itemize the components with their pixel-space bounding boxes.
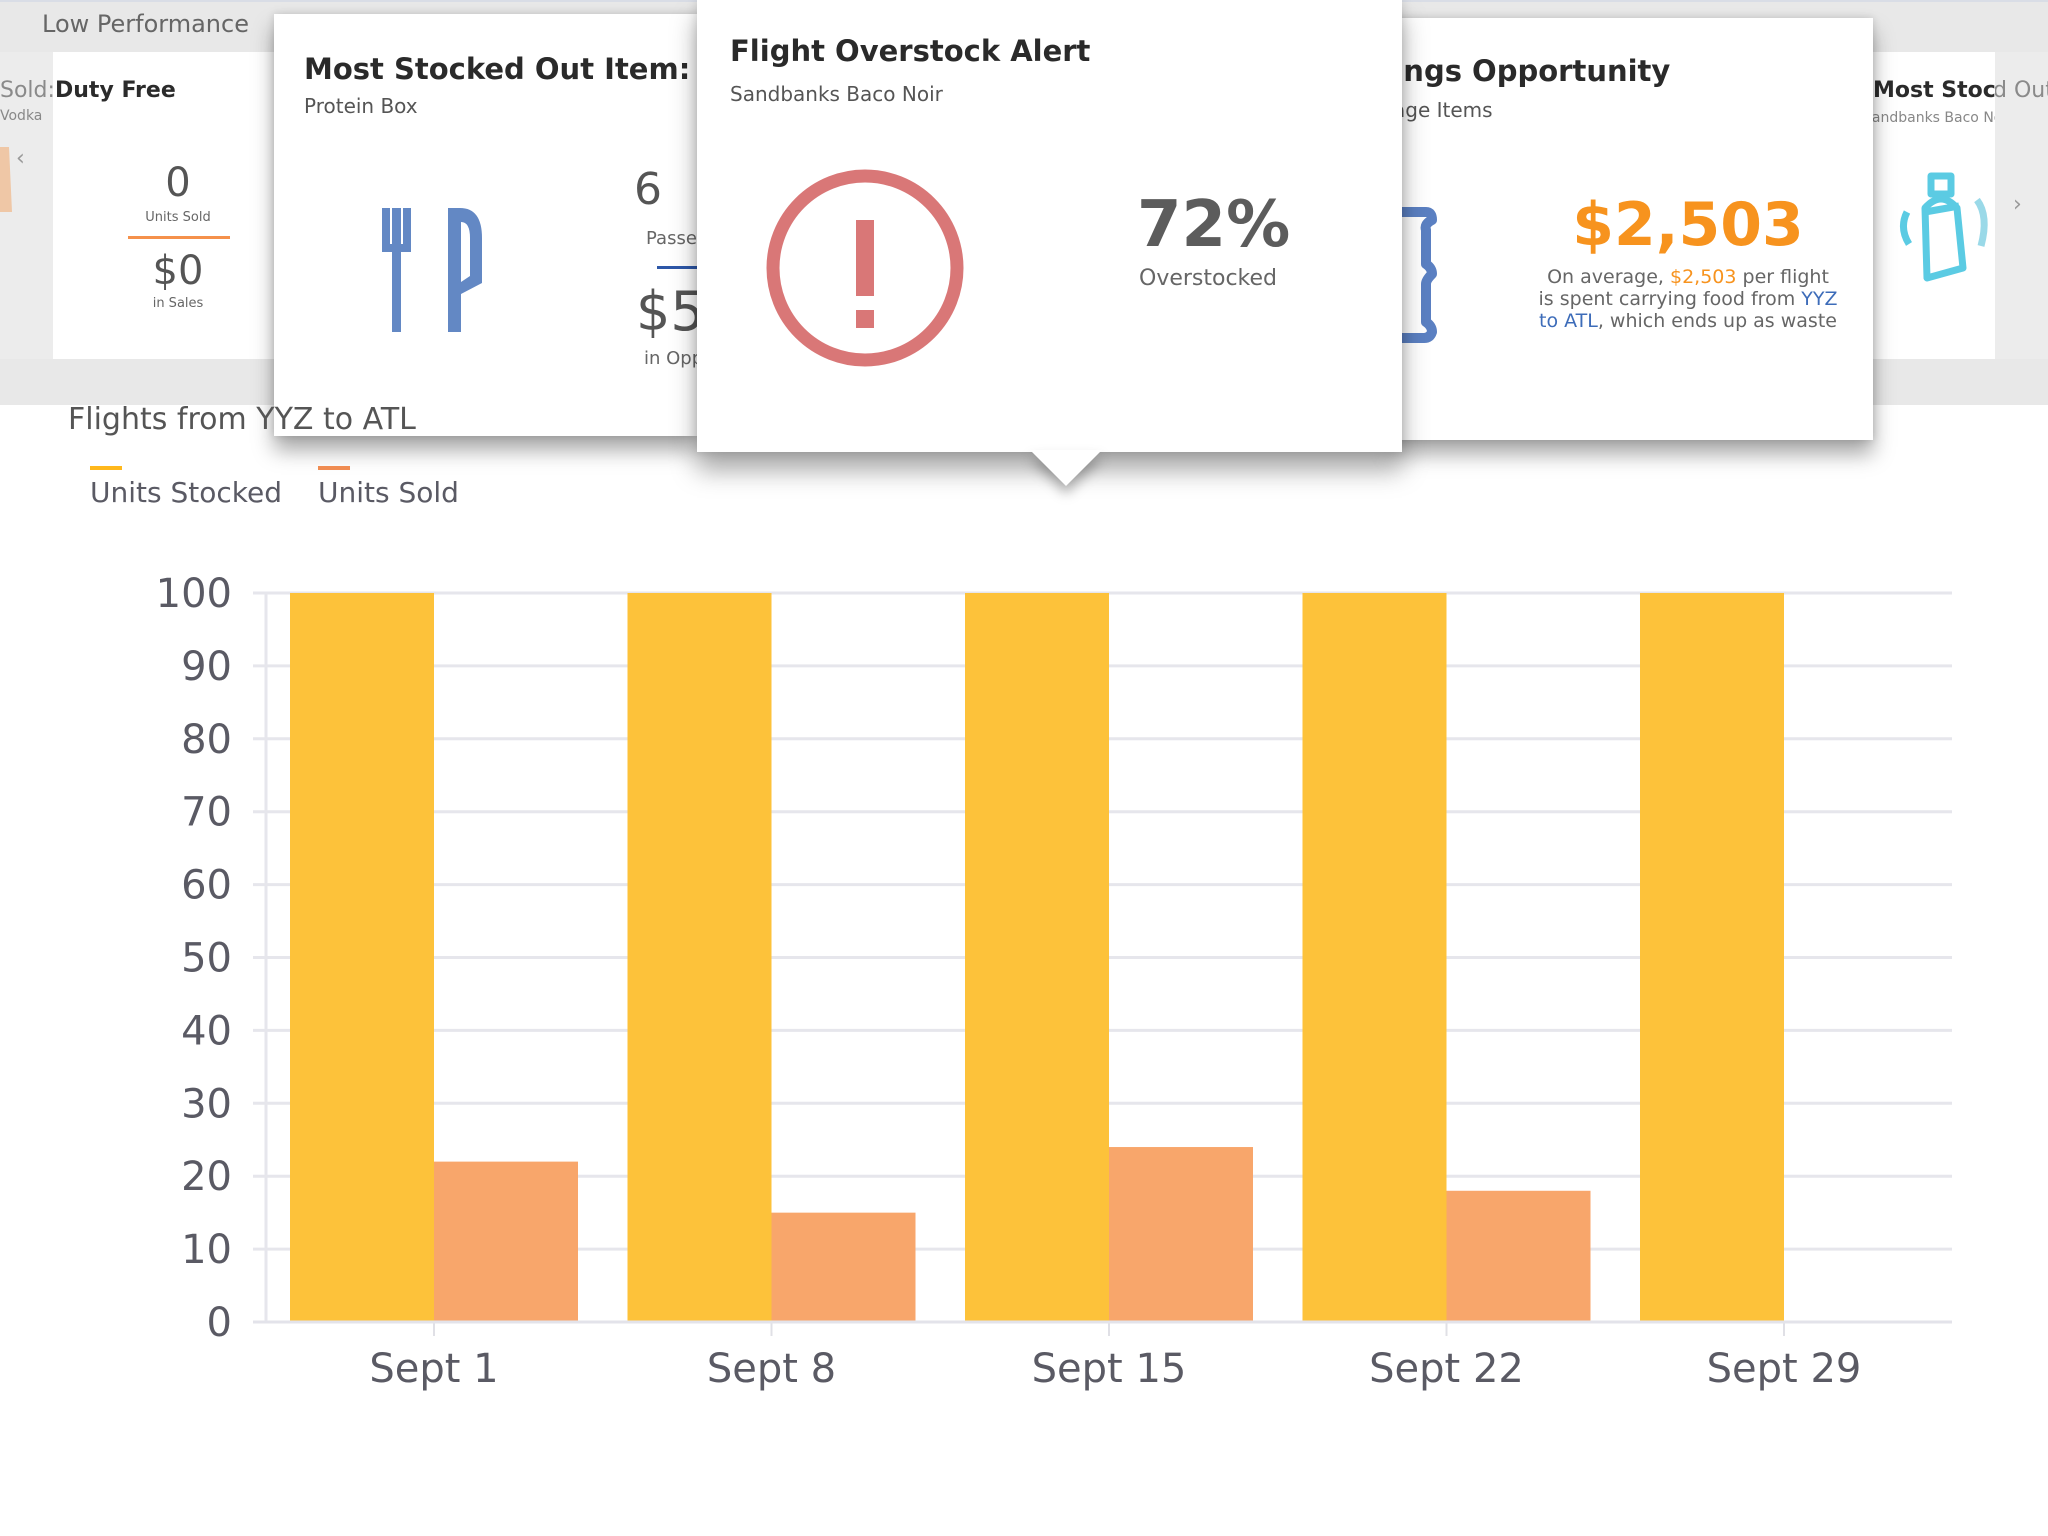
stat-divider <box>657 266 698 269</box>
passengers-value: 6 <box>634 164 662 215</box>
passengers-label: Passengers <box>646 228 698 249</box>
bar-stocked <box>1302 593 1447 1322</box>
section-title: Low Performance <box>42 10 249 38</box>
legend-item-sold[interactable]: Units Sold <box>318 466 459 509</box>
units-sold-value: 0 <box>165 160 191 206</box>
carousel-prev-button[interactable]: ‹ <box>16 146 25 171</box>
bar-sold <box>771 1212 916 1322</box>
y-tick-label: 80 <box>181 717 232 763</box>
bar-chart: 0 10 20 30 40 50 60 70 80 90 100 Sept 1 Sept 8 Sept 1… <box>156 571 1952 1392</box>
savings-value: $2,503 <box>1572 190 1804 260</box>
opportunity-value: $5 <box>636 280 698 343</box>
stocked-out-card[interactable]: Most Stocked Out Item: Food Protein Box … <box>274 14 698 436</box>
savings-card[interactable]: Savings Opportunity Wastage Items $2,503… <box>1392 18 1873 440</box>
y-tick-label: 90 <box>181 644 232 690</box>
bar-sold <box>1446 1190 1591 1322</box>
fork-knife-icon <box>382 208 482 332</box>
card-title: Savings Opportunity <box>1392 54 1671 88</box>
opportunity-label: in Opportunity <box>644 348 698 369</box>
y-tick-label: 10 <box>181 1227 232 1273</box>
sales-label: in Sales <box>152 296 204 311</box>
y-tick-label: 20 <box>181 1154 232 1200</box>
bar-stocked <box>965 593 1109 1322</box>
right-card-title: Most Stocked Out <box>1873 78 1995 103</box>
legend-swatch <box>90 466 122 470</box>
left-card-title: Sold: <box>0 78 55 103</box>
y-tick-label: 30 <box>181 1081 232 1127</box>
chart-title: Flights from YYZ to ATL <box>68 402 416 437</box>
x-tick-label: Sept 15 <box>1032 1346 1187 1392</box>
bar-stocked <box>1640 593 1784 1322</box>
y-tick-label: 40 <box>181 1008 232 1054</box>
x-tick-label: Sept 29 <box>1707 1346 1862 1392</box>
cocktail-shaker-icon <box>1900 172 1988 282</box>
y-tick-label: 60 <box>181 863 232 909</box>
x-tick-label: Sept 22 <box>1369 1346 1524 1392</box>
overstock-alert-popover[interactable]: Flight Overstock Alert Sandbanks Baco No… <box>697 0 1402 486</box>
right-card-subtitle: Sandbanks Baco Noir <box>1863 110 1995 126</box>
legend-label: Units Stocked <box>90 476 282 509</box>
bar-stocked <box>627 593 772 1322</box>
next-card-title-peek: d Out <box>1995 78 2048 103</box>
left-card-title-rest: Duty Free <box>55 78 176 103</box>
y-tick-label: 50 <box>181 936 232 982</box>
left-card[interactable]: Duty Free 0 Units Sold $0 in Sales <box>53 52 278 359</box>
left-card-subtitle: Vodka <box>0 108 43 124</box>
bar-sold <box>434 1161 578 1322</box>
x-tick-label: Sept 8 <box>707 1346 836 1392</box>
stat-divider <box>128 236 230 239</box>
y-tick-label: 100 <box>156 571 232 617</box>
card-title: Flight Overstock Alert <box>730 34 1091 68</box>
next-card-peek: d Out › <box>1995 52 2048 359</box>
legend-label: Units Sold <box>318 476 459 509</box>
savings-description: On average, $2,503 per flight is spent c… <box>1538 266 1838 332</box>
bar-sold <box>1109 1147 1253 1322</box>
right-card[interactable]: Most Stocked Out Sandbanks Baco Noir <box>1863 52 1995 359</box>
alert-circle-icon <box>766 169 964 367</box>
units-sold-label: Units Sold <box>145 210 211 225</box>
overstock-percent: 72% <box>1137 188 1291 262</box>
card-title: Most Stocked Out Item: Food <box>304 52 698 86</box>
popover-pointer <box>1030 450 1102 486</box>
card-subtitle: Protein Box <box>304 94 418 118</box>
legend-swatch <box>318 466 350 470</box>
y-tick-label: 70 <box>181 790 232 836</box>
x-tick-label: Sept 1 <box>369 1346 498 1392</box>
card-subtitle: Wastage Items <box>1392 98 1493 122</box>
carousel-next-button[interactable]: › <box>2013 192 2022 217</box>
bar-stocked <box>290 593 434 1322</box>
y-tick-label: 0 <box>207 1300 232 1346</box>
card-subtitle: Sandbanks Baco Noir <box>730 82 943 106</box>
overstock-label: Overstocked <box>1139 266 1278 291</box>
legend-item-stocked[interactable]: Units Stocked <box>90 466 282 509</box>
sales-value: $0 <box>152 248 204 294</box>
